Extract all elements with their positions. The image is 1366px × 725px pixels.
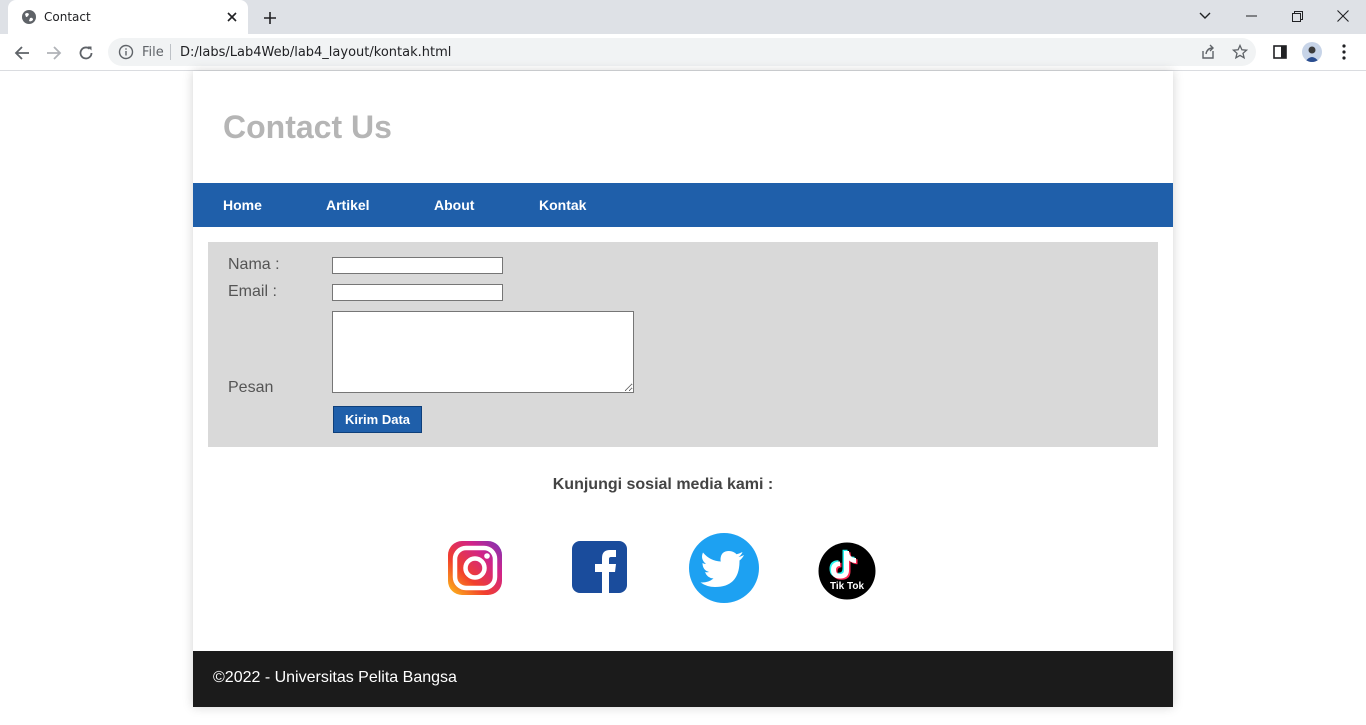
address-bar[interactable]: File D:/labs/Lab4Web/lab4_layout/kontak.… bbox=[108, 38, 1256, 66]
close-tab-icon[interactable] bbox=[222, 7, 242, 27]
new-tab-icon[interactable] bbox=[258, 6, 282, 30]
page-container: Contact Us Home Artikel About Kontak Nam… bbox=[193, 71, 1173, 707]
share-icon[interactable] bbox=[1200, 44, 1216, 60]
name-field[interactable] bbox=[332, 257, 503, 274]
instagram-icon[interactable] bbox=[448, 541, 502, 595]
back-arrow-icon[interactable] bbox=[8, 39, 36, 67]
tab-title: Contact bbox=[44, 10, 91, 24]
browser-tab-strip: Contact bbox=[0, 0, 1366, 34]
more-menu-icon[interactable] bbox=[1334, 42, 1354, 62]
forward-arrow-icon[interactable] bbox=[40, 39, 68, 67]
nav-artikel[interactable]: Artikel bbox=[326, 197, 370, 213]
email-field[interactable] bbox=[332, 284, 503, 301]
restore-icon[interactable] bbox=[1274, 0, 1320, 32]
contact-form: Nama : Email : Pesan Kirim Data bbox=[208, 242, 1158, 447]
submit-button[interactable]: Kirim Data bbox=[333, 406, 422, 433]
main-nav: Home Artikel About Kontak bbox=[193, 183, 1173, 227]
minimize-icon[interactable] bbox=[1228, 0, 1274, 32]
bookmark-star-icon[interactable] bbox=[1232, 44, 1248, 60]
nav-about[interactable]: About bbox=[434, 197, 474, 213]
message-textarea[interactable] bbox=[332, 311, 634, 393]
side-panel-icon[interactable] bbox=[1270, 42, 1290, 62]
url-text[interactable]: D:/labs/Lab4Web/lab4_layout/kontak.html bbox=[180, 45, 451, 60]
site-footer: ©2022 - Universitas Pelita Bangsa bbox=[193, 651, 1173, 707]
site-header: Contact Us bbox=[193, 71, 1173, 183]
page-title: Contact Us bbox=[223, 109, 392, 145]
nav-home[interactable]: Home bbox=[223, 197, 262, 213]
omnibox-divider bbox=[170, 44, 171, 60]
tab-search-icon[interactable] bbox=[1182, 0, 1228, 32]
reload-icon[interactable] bbox=[72, 39, 100, 67]
profile-avatar[interactable] bbox=[1302, 42, 1322, 62]
globe-icon bbox=[22, 10, 36, 24]
browser-toolbar: File D:/labs/Lab4Web/lab4_layout/kontak.… bbox=[0, 34, 1366, 71]
nav-kontak[interactable]: Kontak bbox=[539, 197, 586, 213]
scheme-label: File bbox=[142, 45, 164, 60]
info-icon[interactable] bbox=[118, 44, 134, 60]
tiktok-label: Tik Tok bbox=[830, 581, 865, 592]
browser-tab[interactable]: Contact bbox=[8, 0, 248, 34]
message-label: Pesan bbox=[228, 379, 274, 396]
footer-text: ©2022 - Universitas Pelita Bangsa bbox=[213, 669, 457, 686]
name-label: Nama : bbox=[228, 256, 280, 273]
close-window-icon[interactable] bbox=[1320, 0, 1366, 32]
email-label: Email : bbox=[228, 283, 277, 300]
social-heading: Kunjungi sosial media kami : bbox=[552, 476, 774, 493]
twitter-icon[interactable] bbox=[688, 532, 760, 604]
facebook-icon[interactable] bbox=[572, 541, 627, 593]
tiktok-icon[interactable]: Tik Tok bbox=[818, 542, 878, 600]
